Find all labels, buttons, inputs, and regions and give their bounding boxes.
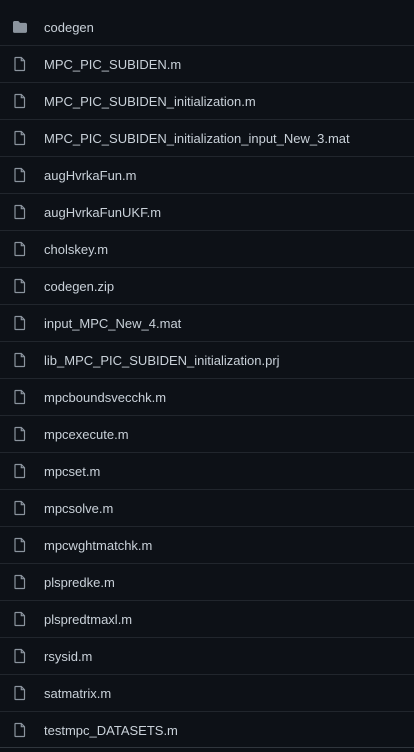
list-item[interactable]: codegen.zip bbox=[0, 268, 414, 305]
file-name[interactable]: plspredke.m bbox=[44, 564, 115, 601]
file-icon bbox=[12, 241, 28, 257]
file-icon bbox=[12, 352, 28, 368]
list-item[interactable]: satmatrix.m bbox=[0, 675, 414, 712]
list-item[interactable]: mpcboundsvecchk.m bbox=[0, 379, 414, 416]
file-name[interactable]: augHvrkaFun.m bbox=[44, 157, 136, 194]
file-icon bbox=[12, 426, 28, 442]
list-item[interactable]: testmpc_DATASETS.m bbox=[0, 712, 414, 749]
file-name[interactable]: codegen bbox=[44, 9, 94, 46]
file-icon bbox=[12, 167, 28, 183]
file-icon bbox=[12, 463, 28, 479]
list-item[interactable]: MPC_PIC_SUBIDEN_initialization.m bbox=[0, 83, 414, 120]
file-icon bbox=[12, 500, 28, 516]
file-name[interactable]: MPC_PIC_SUBIDEN_initialization_input_New… bbox=[44, 120, 350, 157]
file-icon bbox=[12, 537, 28, 553]
list-item[interactable]: rsysid.m bbox=[0, 638, 414, 675]
file-icon bbox=[12, 611, 28, 627]
file-name[interactable]: cholskey.m bbox=[44, 231, 108, 268]
file-icon bbox=[12, 315, 28, 331]
list-item[interactable]: input_MPC_New_4.mat bbox=[0, 305, 414, 342]
file-name[interactable]: mpcset.m bbox=[44, 453, 100, 490]
list-item[interactable]: cholskey.m bbox=[0, 231, 414, 268]
file-icon bbox=[12, 93, 28, 109]
file-list: codegen MPC_PIC_SUBIDEN.m MPC_PIC_SUBIDE… bbox=[0, 9, 414, 747]
list-item[interactable]: plspredtmaxl.m bbox=[0, 601, 414, 638]
file-icon bbox=[12, 574, 28, 590]
file-name[interactable]: rsysid.m bbox=[44, 638, 92, 675]
file-name[interactable]: MPC_PIC_SUBIDEN_initialization.m bbox=[44, 83, 256, 120]
file-name[interactable]: codegen.zip bbox=[44, 268, 114, 305]
file-name[interactable]: mpcsolve.m bbox=[44, 490, 113, 527]
file-icon bbox=[12, 722, 28, 738]
file-name[interactable]: input_MPC_New_4.mat bbox=[44, 305, 181, 342]
file-icon bbox=[12, 278, 28, 294]
list-item[interactable]: mpcset.m bbox=[0, 453, 414, 490]
file-name[interactable]: MPC_PIC_SUBIDEN.m bbox=[44, 46, 181, 83]
list-bottom-border bbox=[0, 747, 414, 752]
file-name[interactable]: testmpc_DATASETS.m bbox=[44, 712, 178, 749]
list-item[interactable]: augHvrkaFunUKF.m bbox=[0, 194, 414, 231]
list-item[interactable]: mpcexecute.m bbox=[0, 416, 414, 453]
file-name[interactable]: augHvrkaFunUKF.m bbox=[44, 194, 161, 231]
file-icon bbox=[12, 685, 28, 701]
list-item[interactable]: augHvrkaFun.m bbox=[0, 157, 414, 194]
file-name[interactable]: satmatrix.m bbox=[44, 675, 111, 712]
list-item[interactable]: plspredke.m bbox=[0, 564, 414, 601]
file-name[interactable]: mpcwghtmatchk.m bbox=[44, 527, 152, 564]
list-item-folder[interactable]: codegen bbox=[0, 9, 414, 46]
list-item[interactable]: mpcwghtmatchk.m bbox=[0, 527, 414, 564]
list-item[interactable]: mpcsolve.m bbox=[0, 490, 414, 527]
file-icon bbox=[12, 130, 28, 146]
file-icon bbox=[12, 56, 28, 72]
file-name[interactable]: mpcboundsvecchk.m bbox=[44, 379, 166, 416]
file-name[interactable]: mpcexecute.m bbox=[44, 416, 129, 453]
file-name[interactable]: plspredtmaxl.m bbox=[44, 601, 132, 638]
list-item[interactable]: lib_MPC_PIC_SUBIDEN_initialization.prj bbox=[0, 342, 414, 379]
file-icon bbox=[12, 389, 28, 405]
file-icon bbox=[12, 204, 28, 220]
list-item[interactable]: MPC_PIC_SUBIDEN_initialization_input_New… bbox=[0, 120, 414, 157]
file-name[interactable]: lib_MPC_PIC_SUBIDEN_initialization.prj bbox=[44, 342, 280, 379]
list-item[interactable]: MPC_PIC_SUBIDEN.m bbox=[0, 46, 414, 83]
folder-icon bbox=[12, 19, 28, 35]
file-icon bbox=[12, 648, 28, 664]
